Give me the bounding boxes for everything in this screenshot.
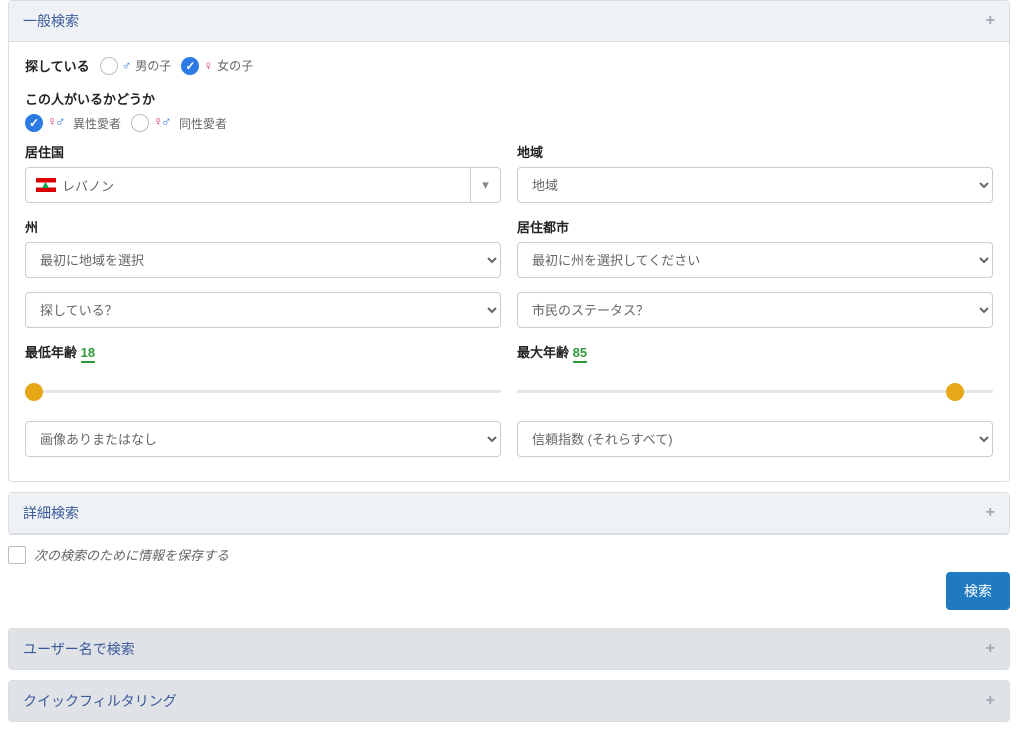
username-search-header[interactable]: ユーザー名で検索 + [9, 629, 1009, 669]
civil-status-cell: 市民のステータス？ [517, 292, 993, 328]
radio-circle-unchecked [131, 114, 149, 132]
trust-index-cell: 信頼指数 (それらすべて) [517, 421, 993, 457]
age-min-label: 最低年齢 18 [25, 342, 501, 361]
homo-icon: ♀ ♂ [153, 115, 175, 131]
radio-circle-unchecked [100, 57, 118, 75]
region-cell: 地域 地域 [517, 142, 993, 203]
quick-filter-panel: クイックフィルタリング + [8, 680, 1010, 722]
age-max-label: 最大年齢 85 [517, 342, 993, 361]
save-info-checkbox[interactable] [8, 546, 26, 564]
slider-thumb[interactable] [946, 383, 964, 401]
slider-thumb[interactable] [25, 383, 43, 401]
button-row: 検索 [8, 572, 1010, 610]
plus-icon: + [986, 640, 995, 658]
homo-label: 同性愛者 [179, 115, 227, 132]
region-select[interactable]: 地域 [517, 167, 993, 203]
search-button[interactable]: 検索 [946, 572, 1010, 610]
state-label: 州 [25, 217, 501, 236]
general-search-panel: 一般検索 + 探している ♂ 男の子 ♀ 女の子 この人がいるかどうか [8, 0, 1010, 482]
seeking-cell: 探している？ [25, 292, 501, 328]
age-min-value: 18 [81, 345, 95, 363]
username-search-title: ユーザー名で検索 [23, 639, 135, 659]
filter-grid: 居住国 レバノン ▾ 地域 地域 州 最初に地域を選択 [25, 142, 993, 457]
female-icon: ♀ [203, 58, 213, 73]
country-select[interactable]: レバノン ▾ [25, 167, 501, 203]
chevron-down-icon: ▾ [470, 168, 500, 202]
seeking-select[interactable]: 探している？ [25, 292, 501, 328]
plus-icon: + [986, 504, 995, 522]
trust-index-select[interactable]: 信頼指数 (それらすべて) [517, 421, 993, 457]
hetero-label: 異性愛者 [73, 115, 121, 132]
photo-filter-select[interactable]: 画像ありまたはなし [25, 421, 501, 457]
city-label: 居住都市 [517, 217, 993, 236]
age-max-value: 85 [573, 345, 587, 363]
city-select[interactable]: 最初に州を選択してください [517, 242, 993, 278]
general-search-title: 一般検索 [23, 11, 79, 31]
male-icon: ♂ [122, 58, 132, 73]
quick-filter-title: クイックフィルタリング [23, 691, 177, 711]
city-cell: 居住都市 最初に州を選択してください [517, 217, 993, 278]
looking-for-group: 探している ♂ 男の子 ♀ 女の子 [25, 56, 993, 75]
looking-for-label: 探している [25, 56, 90, 75]
quick-filter-header[interactable]: クイックフィルタリング + [9, 681, 1009, 721]
country-cell: 居住国 レバノン ▾ [25, 142, 501, 203]
orientation-label: この人がいるかどうか [25, 89, 993, 108]
slider-rail [25, 390, 501, 393]
radio-girl[interactable]: ♀ 女の子 [181, 57, 253, 75]
country-label: 居住国 [25, 142, 501, 161]
hetero-icon: ♀ ♂ [47, 115, 69, 131]
photo-filter-cell: 画像ありまたはなし [25, 421, 501, 457]
radio-circle-checked [181, 57, 199, 75]
state-select[interactable]: 最初に地域を選択 [25, 242, 501, 278]
region-label: 地域 [517, 142, 993, 161]
age-min-slider[interactable] [25, 377, 501, 407]
age-max-cell: 最大年齢 85 [517, 342, 993, 407]
slider-rail [517, 390, 993, 393]
general-search-header[interactable]: 一般検索 + [9, 1, 1009, 42]
civil-status-select[interactable]: 市民のステータス？ [517, 292, 993, 328]
country-value: レバノン [62, 176, 114, 195]
plus-icon: + [986, 12, 995, 30]
general-search-body: 探している ♂ 男の子 ♀ 女の子 この人がいるかどうか ♀ ♂ [9, 42, 1009, 481]
state-cell: 州 最初に地域を選択 [25, 217, 501, 278]
orientation-group: この人がいるかどうか ♀ ♂ 異性愛者 ♀ ♂ 同性愛者 [25, 89, 993, 132]
advanced-search-panel: 詳細検索 + [8, 492, 1010, 535]
radio-homo[interactable]: ♀ ♂ 同性愛者 [131, 114, 227, 132]
boy-label: 男の子 [135, 57, 171, 74]
advanced-search-header[interactable]: 詳細検索 + [9, 493, 1009, 534]
save-info-label: 次の検索のために情報を保存する [34, 545, 229, 564]
lebanon-flag-icon [36, 178, 56, 192]
save-info-row: 次の検索のために情報を保存する [8, 545, 1010, 564]
radio-boy[interactable]: ♂ 男の子 [100, 57, 172, 75]
radio-hetero[interactable]: ♀ ♂ 異性愛者 [25, 114, 121, 132]
girl-label: 女の子 [217, 57, 253, 74]
advanced-search-title: 詳細検索 [23, 503, 79, 523]
age-min-cell: 最低年齢 18 [25, 342, 501, 407]
radio-circle-checked [25, 114, 43, 132]
username-search-panel: ユーザー名で検索 + [8, 628, 1010, 670]
plus-icon: + [986, 692, 995, 710]
age-max-slider[interactable] [517, 377, 993, 407]
